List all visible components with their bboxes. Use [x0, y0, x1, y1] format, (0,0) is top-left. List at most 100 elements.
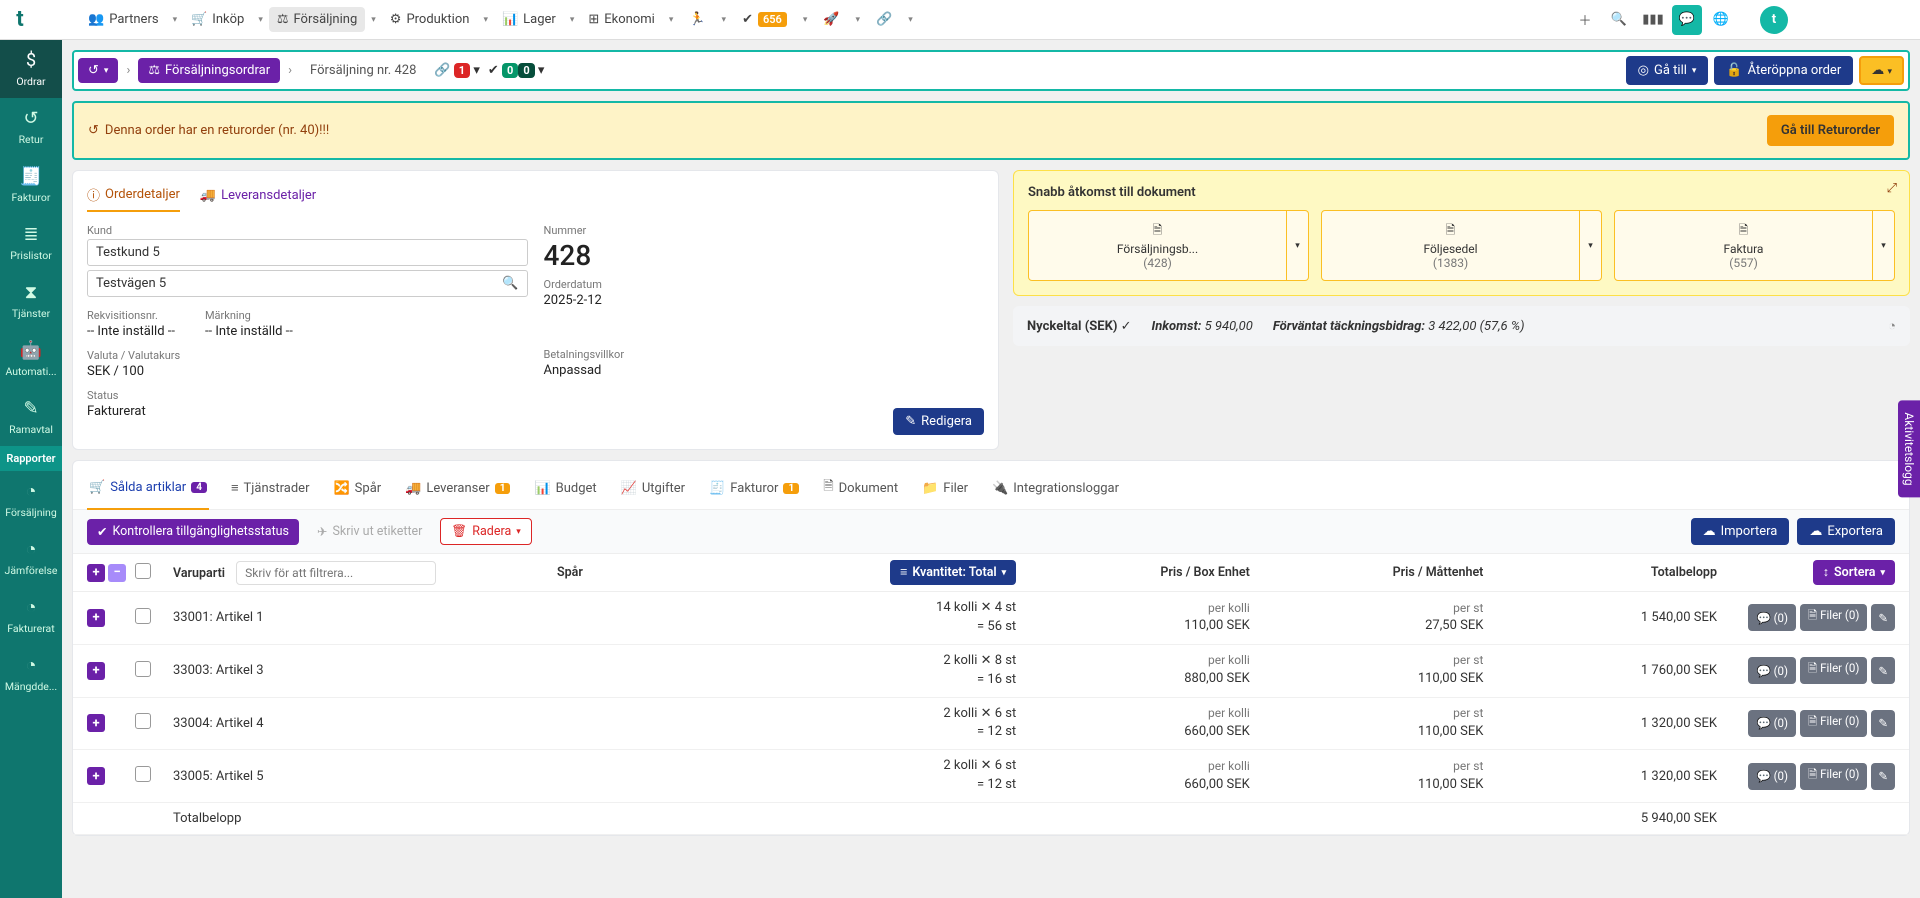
- row-files-button[interactable]: 🗎 Filer (0): [1800, 604, 1867, 631]
- row-comments-button[interactable]: 💬 (0): [1748, 710, 1796, 737]
- nav-link-icon[interactable]: 🔗: [868, 7, 900, 32]
- goto-button[interactable]: ◎ Gå till ▾: [1626, 56, 1709, 85]
- row-checkbox[interactable]: [135, 661, 151, 677]
- lines-tab-budget[interactable]: 📊 Budget: [532, 471, 598, 509]
- sidebar-item-prislistor[interactable]: ≣Prislistor: [0, 214, 62, 272]
- add-icon[interactable]: ＋: [1570, 5, 1600, 35]
- nav-inköp[interactable]: 🛒 Inköp: [183, 7, 252, 32]
- lines-tab-fakturor[interactable]: 🧾 Fakturor 1: [707, 471, 801, 509]
- breadcrumb-current[interactable]: Försäljning nr. 428: [300, 58, 426, 83]
- row-files-button[interactable]: 🗎 Filer (0): [1800, 657, 1867, 684]
- nav-rocket-icon[interactable]: 🚀: [815, 7, 847, 32]
- expand-row-button[interactable]: +: [87, 767, 105, 785]
- nav-caret[interactable]: ▾: [254, 15, 267, 25]
- nav-caret[interactable]: ▾: [665, 15, 678, 25]
- doc-button-Faktura[interactable]: 🗎 Faktura (557): [1614, 210, 1873, 281]
- user-avatar[interactable]: t: [1760, 6, 1788, 34]
- barcode-icon[interactable]: ▮▮▮: [1638, 5, 1668, 35]
- expand-all-button[interactable]: +: [87, 564, 105, 582]
- nav-caret[interactable]: ▾: [367, 15, 380, 25]
- nav-rocket-caret[interactable]: ▾: [852, 15, 865, 25]
- chat-icon[interactable]: 💬: [1672, 5, 1702, 35]
- row-files-button[interactable]: 🗎 Filer (0): [1800, 710, 1867, 737]
- goto-return-button[interactable]: Gå till Returorder: [1767, 115, 1894, 146]
- activity-log-tab[interactable]: Aktivitetslogg: [1898, 400, 1920, 497]
- nav-försäljning[interactable]: ⚖ Försäljning: [269, 7, 365, 32]
- sidebar-report-försäljning[interactable]: ◔Försäljning: [0, 471, 62, 529]
- nav-lager[interactable]: 📊 Lager: [494, 7, 564, 32]
- row-edit-button[interactable]: ✎: [1871, 604, 1895, 631]
- customer-field[interactable]: Testkund 5: [87, 239, 528, 266]
- select-all-checkbox[interactable]: [135, 563, 151, 579]
- status-indicator[interactable]: ✔ 00 ▾: [488, 63, 545, 78]
- check-availability-button[interactable]: ✔ Kontrollera tillgänglighetsstatus: [87, 519, 299, 545]
- sidebar-item-automati...[interactable]: 🤖Automati...: [0, 330, 62, 388]
- nav-tasks-caret[interactable]: ▾: [799, 15, 812, 25]
- doc-caret[interactable]: ▾: [1873, 210, 1895, 281]
- doc-button-Försäljningsb...[interactable]: 🗎 Försäljningsb... (428): [1028, 210, 1287, 281]
- row-edit-button[interactable]: ✎: [1871, 710, 1895, 737]
- lines-tab-tjänstrader[interactable]: ≡ Tjänstrader: [229, 471, 312, 509]
- globe-icon[interactable]: 🌐: [1706, 5, 1736, 35]
- lines-tab-dokument[interactable]: 🗎 Dokument: [821, 471, 900, 509]
- sidebar-item-ordrar[interactable]: $Ordrar: [0, 40, 62, 98]
- lines-tab-leveranser[interactable]: 🚚 Leveranser 1: [403, 471, 512, 509]
- search-icon[interactable]: 🔍: [1604, 5, 1634, 35]
- nav-link-caret[interactable]: ▾: [904, 15, 917, 25]
- row-comments-button[interactable]: 💬 (0): [1748, 763, 1796, 790]
- row-files-button[interactable]: 🗎 Filer (0): [1800, 763, 1867, 790]
- nav-caret[interactable]: ▾: [566, 15, 579, 25]
- collapse-all-button[interactable]: −: [108, 564, 126, 582]
- part-filter-input[interactable]: [236, 561, 436, 585]
- doc-caret[interactable]: ▾: [1287, 210, 1309, 281]
- doc-caret[interactable]: ▾: [1580, 210, 1602, 281]
- row-comments-button[interactable]: 💬 (0): [1748, 604, 1796, 631]
- cloud-action-button[interactable]: ☁ ▾: [1859, 56, 1904, 85]
- expand-row-button[interactable]: +: [87, 714, 105, 732]
- lines-tab-utgifter[interactable]: 📈 Utgifter: [619, 471, 687, 509]
- customer-address-field[interactable]: Testvägen 5🔍: [87, 270, 528, 297]
- sidebar-item-tjänster[interactable]: ⧗Tjänster: [0, 272, 62, 330]
- reopen-order-button[interactable]: 🔓 Återöppna order: [1714, 56, 1853, 85]
- kpi-dashboard-icon[interactable]: ◔: [1888, 318, 1896, 334]
- delete-button[interactable]: 🗑 Radera ▾: [440, 518, 531, 545]
- nav-caret[interactable]: ▾: [169, 15, 182, 25]
- doc-button-Följesedel[interactable]: 🗎 Följesedel (1383): [1321, 210, 1580, 281]
- edit-button[interactable]: ✎ Redigera: [893, 408, 984, 435]
- row-checkbox[interactable]: [135, 608, 151, 624]
- row-edit-button[interactable]: ✎: [1871, 763, 1895, 790]
- nav-partners[interactable]: 👥 Partners: [80, 7, 167, 32]
- history-button[interactable]: ↺ ▾: [78, 58, 118, 83]
- sidebar-item-fakturor[interactable]: 🧾Fakturor: [0, 156, 62, 214]
- import-button[interactable]: ☁ Importera: [1691, 518, 1790, 545]
- nav-run-icon[interactable]: 🏃: [681, 7, 713, 32]
- sort-button[interactable]: ↕ Sortera ▾: [1813, 560, 1895, 585]
- row-checkbox[interactable]: [135, 713, 151, 729]
- lines-tab-spår[interactable]: 🔀 Spår: [331, 471, 383, 509]
- quantity-toggle-button[interactable]: ≡ Kvantitet: Total ▾: [890, 560, 1016, 585]
- sidebar-report-fakturerat[interactable]: ◔Fakturerat: [0, 587, 62, 645]
- expand-row-button[interactable]: +: [87, 609, 105, 627]
- row-checkbox[interactable]: [135, 766, 151, 782]
- row-comments-button[interactable]: 💬 (0): [1748, 657, 1796, 684]
- expand-icon[interactable]: ⤢: [1887, 181, 1897, 196]
- sidebar-item-retur[interactable]: ↺Retur: [0, 98, 62, 156]
- tab-order-details[interactable]: ⓘ Orderdetaljer: [87, 185, 180, 212]
- nav-ekonomi[interactable]: ⊞ Ekonomi: [580, 7, 662, 32]
- sidebar-item-ramavtal[interactable]: ✎Ramavtal: [0, 388, 62, 446]
- lines-tab-filer[interactable]: 📁 Filer: [920, 471, 970, 509]
- nav-produktion[interactable]: ⚙ Produktion: [382, 7, 478, 32]
- expand-row-button[interactable]: +: [87, 662, 105, 680]
- breadcrumb-root[interactable]: ⚖ Försäljningsordrar: [138, 58, 280, 83]
- export-button[interactable]: ☁ Exportera: [1797, 518, 1895, 545]
- nav-caret[interactable]: ▾: [479, 15, 492, 25]
- lines-tab-sålda-artiklar[interactable]: 🛒 Sålda artiklar 4: [87, 471, 209, 510]
- nav-run-caret[interactable]: ▾: [718, 15, 731, 25]
- app-logo[interactable]: t: [8, 8, 32, 32]
- tab-delivery-details[interactable]: 🚚 Leveransdetaljer: [200, 185, 316, 212]
- nav-tasks-icon[interactable]: ✔ 656: [734, 7, 795, 32]
- linked-indicator[interactable]: 🔗 1 ▾: [434, 63, 480, 78]
- sidebar-report-jämförelse[interactable]: ◔Jämförelse: [0, 529, 62, 587]
- lines-tab-integrationsloggar[interactable]: 🔌 Integrationsloggar: [990, 471, 1121, 509]
- row-edit-button[interactable]: ✎: [1871, 657, 1895, 684]
